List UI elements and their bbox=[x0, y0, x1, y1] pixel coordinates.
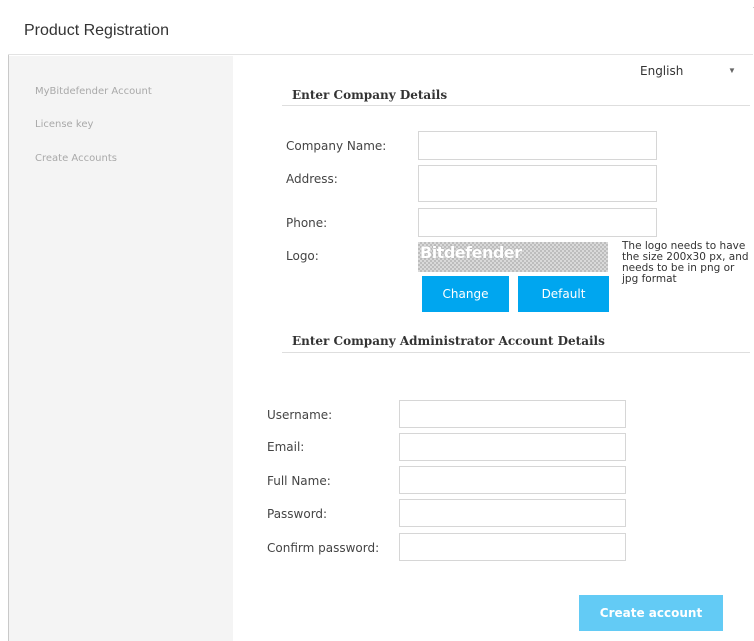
create-account-button[interactable]: Create account bbox=[579, 595, 723, 631]
sidebar: MyBitdefender Account License key Create… bbox=[9, 56, 233, 641]
change-logo-button[interactable]: Change bbox=[422, 276, 509, 312]
language-select[interactable]: English bbox=[640, 64, 683, 78]
logo-preview: Bitdefender bbox=[418, 242, 608, 272]
email-label: Email: bbox=[267, 440, 305, 454]
sidebar-item-license-key[interactable]: License key bbox=[35, 119, 93, 130]
company-section-divider bbox=[282, 105, 750, 106]
logo-label: Logo: bbox=[286, 249, 319, 263]
username-input[interactable] bbox=[399, 400, 626, 428]
default-logo-button[interactable]: Default bbox=[518, 276, 609, 312]
admin-section-divider bbox=[282, 352, 750, 353]
address-input[interactable] bbox=[418, 165, 657, 202]
company-name-label: Company Name: bbox=[286, 139, 387, 153]
address-label: Address: bbox=[286, 172, 338, 186]
phone-input[interactable] bbox=[418, 208, 657, 237]
window-title: Product Registration bbox=[24, 22, 169, 39]
sidebar-item-create-accounts[interactable]: Create Accounts bbox=[35, 153, 117, 164]
username-label: Username: bbox=[267, 408, 333, 422]
password-label: Password: bbox=[267, 507, 328, 521]
company-section-title: Enter Company Details bbox=[292, 88, 448, 102]
sidebar-item-mybitdefender-account[interactable]: MyBitdefender Account bbox=[35, 86, 152, 97]
title-bar: Product Registration bbox=[8, 7, 753, 55]
confirm-password-label: Confirm password: bbox=[267, 541, 380, 555]
company-name-input[interactable] bbox=[418, 131, 657, 160]
logo-requirements-note: The logo needs to have the size 200x30 p… bbox=[622, 240, 749, 285]
chevron-down-icon[interactable]: ▼ bbox=[728, 66, 736, 75]
email-input[interactable] bbox=[399, 433, 626, 461]
fullname-label: Full Name: bbox=[267, 474, 331, 488]
logo-preview-text: Bitdefender bbox=[420, 243, 522, 262]
password-input[interactable] bbox=[399, 499, 626, 527]
phone-label: Phone: bbox=[286, 216, 328, 230]
admin-section-title: Enter Company Administrator Account Deta… bbox=[292, 334, 605, 348]
fullname-input[interactable] bbox=[399, 466, 626, 494]
confirm-password-input[interactable] bbox=[399, 533, 626, 561]
